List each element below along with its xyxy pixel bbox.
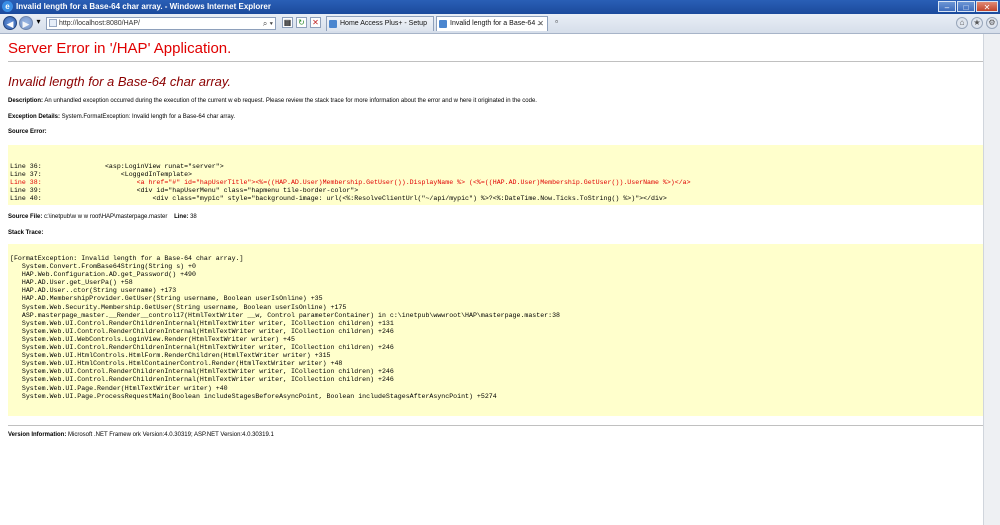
address-text: http://localhost:8080/HAP/ xyxy=(59,20,140,27)
stack-line: HAP.AD.User.get_UserPa() +58 xyxy=(10,279,133,287)
window-controls: – □ ✕ xyxy=(938,1,998,12)
code-line: Line 36: <asp:LoginView runat="server"> xyxy=(10,163,224,171)
stack-line: System.Web.UI.Control.RenderChildrenInte… xyxy=(10,344,394,352)
code-line: Line 40: <div class="mypic" style="backg… xyxy=(10,195,667,203)
dropdown-icon[interactable]: ▾ xyxy=(33,17,44,28)
exception-label: Exception Details: xyxy=(8,114,61,120)
code-line-highlight: Line 38: <a href="#" id="hapUserTitle"><… xyxy=(10,179,691,187)
code-line: Line 39: <div id="hapUserMenu" class="ha… xyxy=(10,187,359,195)
exception-text: System.FormatException: Invalid length f… xyxy=(60,114,235,120)
back-icon[interactable]: ◀ xyxy=(3,16,17,30)
page-content: Server Error in '/HAP' Application. Inva… xyxy=(0,34,983,525)
stop-icon[interactable]: ✕ xyxy=(310,17,321,28)
favorites-icon[interactable]: ★ xyxy=(971,17,983,29)
source-code: Line 36: <asp:LoginView runat="server"> L… xyxy=(10,155,691,204)
stack-line: HAP.AD.MembershipProvider.GetUser(String… xyxy=(10,295,323,303)
description-label: Description: xyxy=(8,98,44,104)
stack-line: [FormatException: Invalid length for a B… xyxy=(10,255,244,262)
tab-label: Home Access Plus+ - Setup xyxy=(340,20,427,27)
stack-trace-label: Stack Trace: xyxy=(8,230,44,236)
stack-line: System.Web.UI.Page.Render(HtmlTextWriter… xyxy=(10,384,228,392)
stack-trace: [FormatException: Invalid length for a B… xyxy=(10,255,560,401)
source-error-box: Line 36: <asp:LoginView runat="server"> L… xyxy=(8,145,983,205)
stack-trace-box: [FormatException: Invalid length for a B… xyxy=(8,244,983,416)
source-file-value: c:\inetpub\w w w root\HAP\masterpage.mas… xyxy=(42,214,168,220)
compat-icon[interactable]: ▦ xyxy=(282,17,293,28)
home-icon[interactable]: ⌂ xyxy=(956,17,968,29)
stack-line: System.Web.Security.Membership.GetUser(S… xyxy=(10,303,347,311)
close-button[interactable]: ✕ xyxy=(976,1,998,12)
stack-line: System.Convert.FromBase64String(String s… xyxy=(10,263,196,271)
minimize-button[interactable]: – xyxy=(938,1,956,12)
stack-line: System.Web.UI.Page.ProcessRequestMain(Bo… xyxy=(10,392,497,400)
source-file-label: Source File: xyxy=(8,214,43,220)
version-line: Version Information: Microsoft .NET Fram… xyxy=(8,432,274,438)
new-tab-icon[interactable]: ▫ xyxy=(551,17,562,28)
vertical-scrollbar[interactable] xyxy=(983,34,1000,525)
source-error-label: Source Error: xyxy=(8,129,47,135)
version-label: Version Information: xyxy=(8,432,67,438)
stack-line: System.Web.UI.Control.RenderChildrenInte… xyxy=(10,327,394,335)
exception-line: Exception Details: System.FormatExceptio… xyxy=(8,114,235,120)
tab-close-icon[interactable]: ✕ xyxy=(537,17,544,31)
page-favicon-icon xyxy=(439,20,447,28)
stack-line: System.Web.UI.Control.RenderChildrenInte… xyxy=(10,376,394,384)
divider xyxy=(8,425,983,426)
stack-line: HAP.Web.Configuration.AD.get_Password() … xyxy=(10,271,196,279)
ie-logo-icon: e xyxy=(2,1,13,12)
stack-line: System.Web.UI.Control.RenderChildrenInte… xyxy=(10,319,394,327)
error-title: Invalid length for a Base-64 char array. xyxy=(8,74,232,89)
line-label: Line: xyxy=(174,214,189,220)
refresh-icon[interactable]: ↻ xyxy=(296,17,307,28)
forward-icon[interactable]: ▶ xyxy=(19,16,33,30)
stack-line: System.Web.UI.HtmlControls.HtmlForm.Rend… xyxy=(10,352,331,360)
stack-line: ASP.masterpage_master.__Render__control1… xyxy=(10,311,561,319)
window-titlebar: e Invalid length for a Base-64 char arra… xyxy=(0,0,1000,14)
version-text: Microsoft .NET Framew ork Version:4.0.30… xyxy=(66,432,274,438)
divider xyxy=(8,61,983,62)
tools-icon[interactable]: ⚙ xyxy=(986,17,998,29)
code-line: Line 37: <LoggedInTemplate> xyxy=(10,171,193,179)
line-value: 38 xyxy=(188,214,197,220)
description-line: Description: An unhandled exception occu… xyxy=(8,98,537,104)
page-title: Server Error in '/HAP' Application. xyxy=(8,40,232,57)
page-favicon-icon xyxy=(329,20,337,28)
address-bar[interactable]: http://localhost:8080/HAP/ ⌕ ▾ xyxy=(46,17,276,30)
stack-line: System.Web.UI.HtmlControls.HtmlContainer… xyxy=(10,360,343,368)
tab-invalid-length[interactable]: Invalid length for a Base-64 ... ✕ xyxy=(436,16,548,31)
stack-line: System.Web.UI.WebControls.LoginView.Rend… xyxy=(10,335,295,343)
tab-home-access-setup[interactable]: Home Access Plus+ - Setup xyxy=(326,16,434,31)
stack-line: System.Web.UI.Control.RenderChildrenInte… xyxy=(10,368,394,376)
tab-label: Invalid length for a Base-64 ... xyxy=(450,20,543,27)
browser-toolbar: ◀ ▶ ▾ http://localhost:8080/HAP/ ⌕ ▾ ▦ ↻… xyxy=(0,14,1000,34)
stack-line: HAP.AD.User..ctor(String username) +173 xyxy=(10,287,177,295)
window-title: Invalid length for a Base-64 char array.… xyxy=(16,2,271,11)
page-icon xyxy=(49,19,57,27)
maximize-button[interactable]: □ xyxy=(957,1,975,12)
source-file-line: Source File: c:\inetpub\w w w root\HAP\m… xyxy=(8,214,197,220)
description-text: An unhandled exception occurred during t… xyxy=(43,98,537,104)
search-icon[interactable]: ⌕ ▾ xyxy=(263,18,273,29)
